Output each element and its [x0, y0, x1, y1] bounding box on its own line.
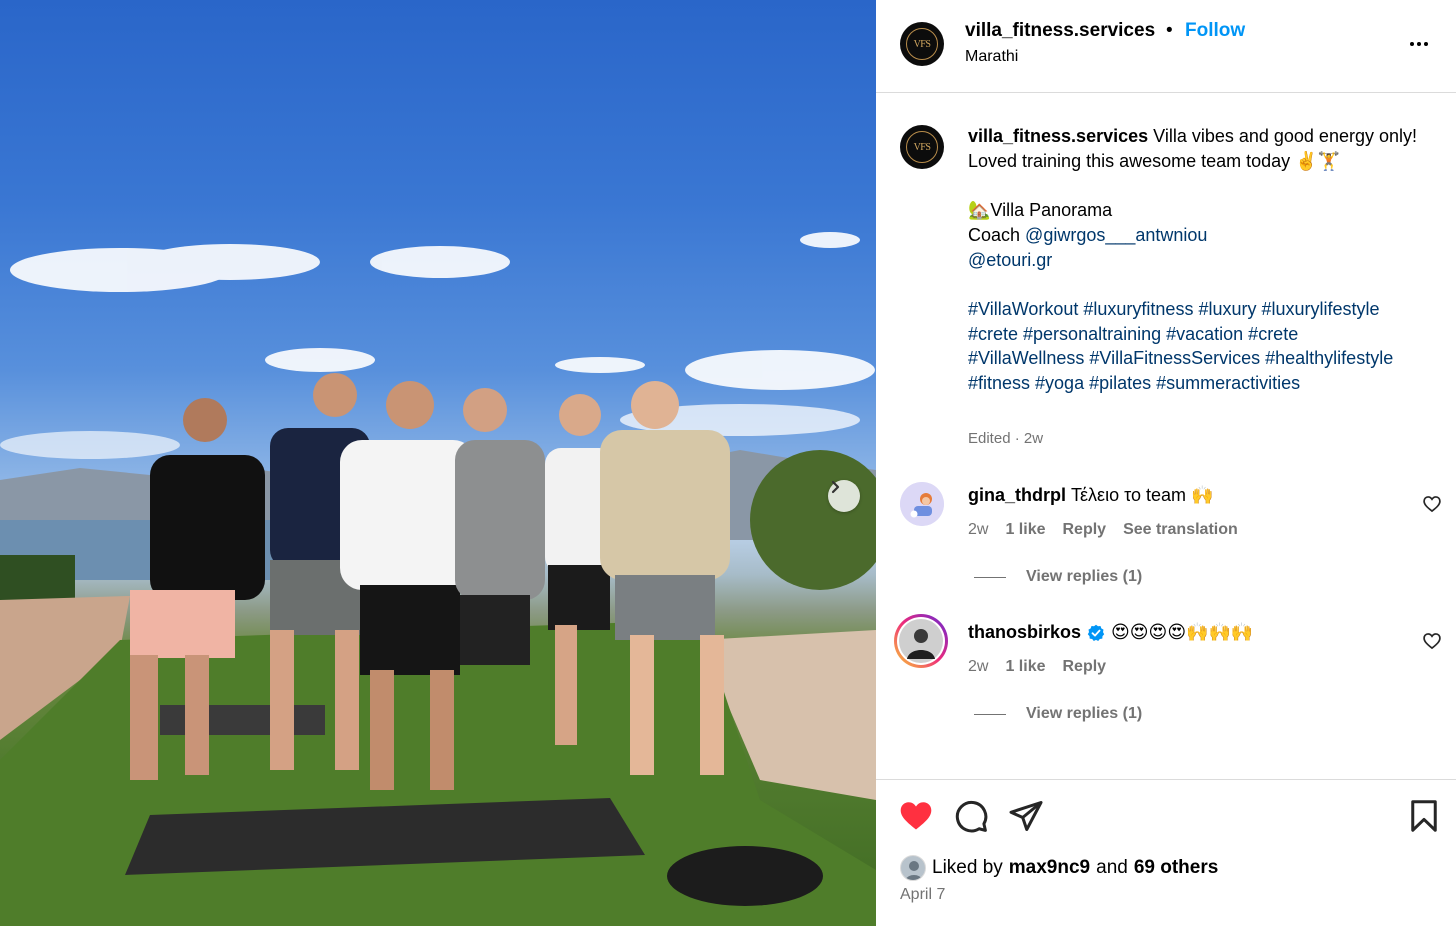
- reply-button[interactable]: Reply: [1062, 521, 1106, 539]
- avatar-illustration: [900, 482, 944, 526]
- view-replies-label: View replies (1): [1026, 568, 1143, 585]
- post-panel: VFS villa_fitness.services • Follow Mara…: [876, 0, 1456, 926]
- author-avatar[interactable]: VFS: [900, 22, 944, 66]
- verified-badge-icon: [1087, 624, 1105, 641]
- commenter-avatar: [899, 619, 943, 663]
- share-icon[interactable]: [1008, 798, 1044, 834]
- next-photo-button[interactable]: [828, 480, 860, 512]
- heart-filled-icon[interactable]: [898, 798, 934, 834]
- caption-meta: Edited · 2w: [968, 430, 1044, 447]
- likes-summary: Liked by max9nc9 and 69 others: [900, 855, 1218, 881]
- likes-prefix: Liked by: [932, 857, 1003, 878]
- avatar-logo: VFS: [906, 131, 938, 163]
- see-translation-button[interactable]: See translation: [1123, 521, 1238, 539]
- more-options-icon[interactable]: [1410, 34, 1434, 54]
- comment-text: thanosbirkos 😍😍😍😍🙌🙌🙌: [968, 622, 1253, 643]
- exercise-mat-2: [160, 705, 325, 735]
- photo-scene: [0, 232, 876, 926]
- hashtags-line[interactable]: #VillaWellness #VillaFitnessServices #he…: [968, 346, 1446, 371]
- chevron-right-icon: [831, 480, 840, 494]
- comment-icon[interactable]: [953, 798, 989, 834]
- reply-button[interactable]: Reply: [1062, 658, 1106, 676]
- post-photo[interactable]: [0, 0, 876, 926]
- divider: [876, 779, 1456, 780]
- weight-plate: [667, 846, 823, 906]
- liker-username[interactable]: max9nc9: [1009, 857, 1090, 879]
- dot: [1417, 42, 1421, 46]
- commenter-avatar[interactable]: [900, 482, 944, 526]
- mention-link[interactable]: @etouri.gr: [968, 250, 1052, 270]
- view-replies-button[interactable]: View replies (1): [974, 568, 1142, 586]
- comment-body: Τέλειο το team 🙌: [1071, 485, 1214, 505]
- mention-link[interactable]: @giwrgos___antwniou: [1025, 225, 1207, 245]
- author-username[interactable]: villa_fitness.services: [965, 20, 1155, 42]
- liker-avatar[interactable]: [900, 855, 926, 881]
- caption-avatar[interactable]: VFS: [900, 125, 944, 169]
- avatar-logo: VFS: [906, 28, 938, 60]
- heart-outline-icon[interactable]: [1422, 631, 1442, 651]
- person-avatar: [905, 861, 923, 880]
- caption-place: 🏡Villa Panorama: [968, 200, 1113, 221]
- comment-body: 😍😍😍😍🙌🙌🙌: [1111, 622, 1254, 642]
- comment-meta: 2w 1 like Reply See translation: [968, 521, 1238, 539]
- comment-username[interactable]: gina_thdrpl: [968, 485, 1066, 505]
- caption-line: Loved training this awesome team today ✌…: [968, 150, 1341, 171]
- hashtags-line[interactable]: #crete #personaltraining #vacation #cret…: [968, 322, 1446, 347]
- caption: villa_fitness.services Villa vibes and g…: [968, 124, 1446, 396]
- comment-likes[interactable]: 1 like: [1005, 521, 1045, 539]
- coach-prefix: Coach: [968, 224, 1026, 245]
- clouds: [0, 232, 875, 459]
- hedge: [0, 555, 75, 605]
- hashtags-line[interactable]: #VillaWorkout #luxuryfitness #luxury #lu…: [968, 297, 1446, 322]
- story-ring[interactable]: [894, 614, 948, 668]
- caption-line: Villa vibes and good energy only!: [1153, 126, 1417, 146]
- follow-button[interactable]: Follow: [1185, 20, 1245, 42]
- comment-text: gina_thdrpl Τέλειο το team 🙌: [968, 485, 1213, 506]
- post-date: April 7: [900, 886, 946, 903]
- bookmark-icon[interactable]: [1406, 798, 1442, 834]
- comment-likes[interactable]: 1 like: [1005, 658, 1045, 676]
- location-link[interactable]: Marathi: [965, 48, 1018, 66]
- dot: [1424, 42, 1428, 46]
- caption-username[interactable]: villa_fitness.services: [968, 126, 1148, 146]
- likes-others[interactable]: 69 others: [1134, 857, 1218, 879]
- view-replies-button[interactable]: View replies (1): [974, 705, 1142, 723]
- dot: [1410, 42, 1414, 46]
- comment-username[interactable]: thanosbirkos: [968, 622, 1081, 643]
- divider: [876, 92, 1456, 93]
- likes-and: and: [1096, 857, 1128, 878]
- story-ring-inner: [897, 617, 945, 665]
- heart-outline-icon[interactable]: [1422, 494, 1442, 514]
- view-replies-label: View replies (1): [1026, 705, 1143, 722]
- replies-line: [974, 713, 1006, 715]
- comment-time: 2w: [968, 521, 989, 538]
- header-separator: •: [1166, 20, 1173, 41]
- hashtags-line[interactable]: #fitness #yoga #pilates #summeractivitie…: [968, 371, 1446, 396]
- comment-meta: 2w 1 like Reply: [968, 658, 1106, 676]
- comment-time: 2w: [968, 658, 989, 675]
- replies-line: [974, 576, 1006, 578]
